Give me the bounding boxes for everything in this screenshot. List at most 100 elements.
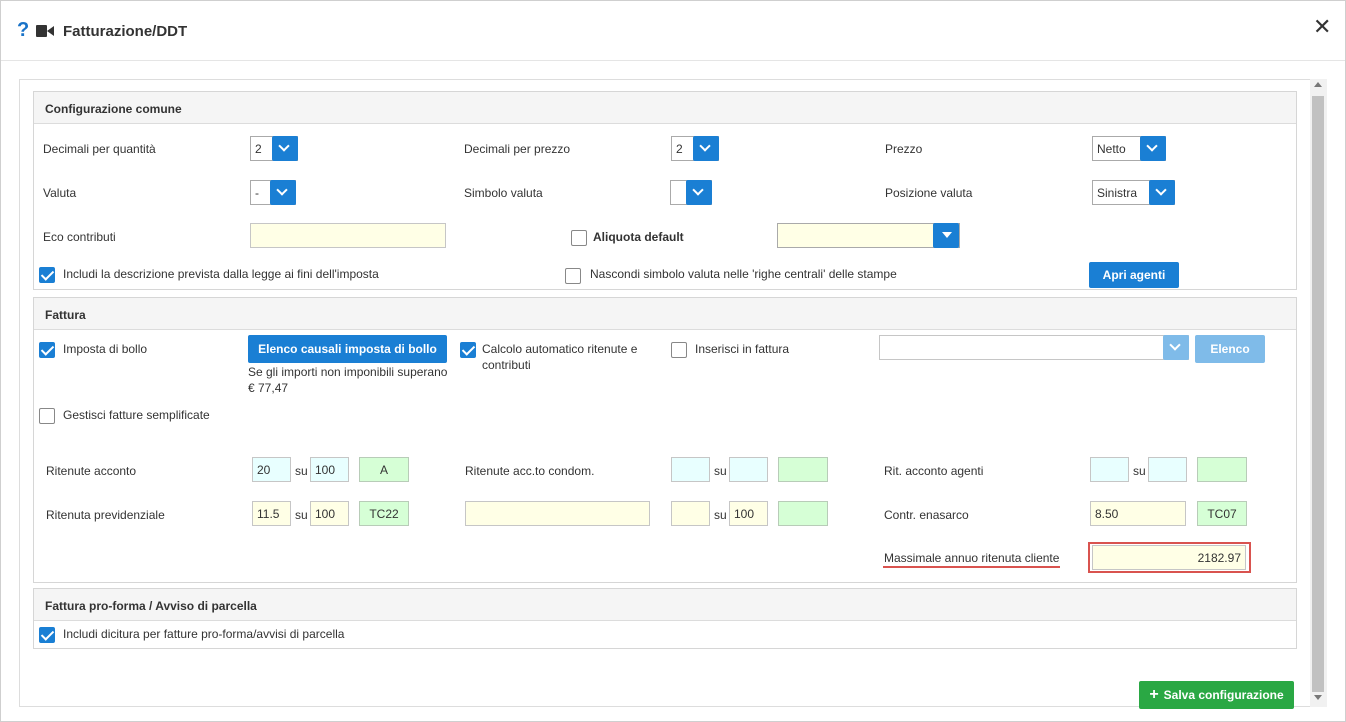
su-label: su bbox=[295, 508, 308, 522]
massimale-label: Massimale annuo ritenuta cliente bbox=[884, 551, 1060, 565]
aliquota-default-label: Aliquota default bbox=[593, 230, 684, 244]
scrollbar[interactable] bbox=[1310, 79, 1327, 707]
close-icon[interactable]: ✕ bbox=[1313, 15, 1331, 39]
panel-proforma: Fattura pro-forma / Avviso di parcella I… bbox=[33, 588, 1297, 649]
elenco-causali-note-line2: € 77,47 bbox=[248, 381, 289, 395]
elenco-select[interactable] bbox=[879, 335, 1189, 360]
prezzo-select[interactable]: Netto bbox=[1092, 136, 1166, 161]
su-label: su bbox=[714, 508, 727, 522]
dialog-title: Fatturazione/DDT bbox=[63, 23, 188, 40]
contr-enasarco-field[interactable]: 8.50 bbox=[1090, 501, 1186, 526]
includi-dicitura-checkbox[interactable] bbox=[39, 627, 55, 643]
elenco-causali-note-line1: Se gli importi non imponibili superano bbox=[248, 365, 448, 379]
select-value: 2 bbox=[255, 142, 262, 156]
imposta-bollo-label: Imposta di bollo bbox=[63, 342, 148, 356]
posizione-valuta-label: Posizione valuta bbox=[885, 186, 973, 200]
extra-text-field[interactable] bbox=[465, 501, 650, 526]
panel-heading: Fattura pro-forma / Avviso di parcella bbox=[34, 589, 1296, 621]
ritenute-acconto-base-field[interactable]: 100 bbox=[310, 457, 349, 482]
ritenuta-previdenziale-base-field[interactable]: 100 bbox=[310, 501, 349, 526]
valuta-label: Valuta bbox=[43, 186, 77, 200]
select-value: Sinistra bbox=[1097, 186, 1138, 200]
ritenute-condom-label: Ritenute acc.to condom. bbox=[465, 464, 595, 478]
panel-fattura: Fattura Imposta di bollo Elenco causali … bbox=[33, 297, 1297, 583]
decimali-prezzo-select[interactable]: 2 bbox=[671, 136, 719, 161]
chevron-down-icon[interactable] bbox=[1163, 335, 1189, 360]
select-value: - bbox=[255, 186, 259, 200]
ritenute-acconto-label: Ritenute acconto bbox=[46, 464, 137, 478]
contr-enasarco-code-field[interactable]: TC07 bbox=[1197, 501, 1247, 526]
chevron-down-icon[interactable] bbox=[1140, 136, 1166, 161]
rit-agenti-base-field[interactable] bbox=[1148, 457, 1187, 482]
ritenuta-previdenziale-label: Ritenuta previdenziale bbox=[46, 508, 165, 522]
eco-contributi-label: Eco contributi bbox=[43, 230, 116, 244]
dialog-content: Configurazione comune Decimali per quant… bbox=[19, 79, 1327, 709]
decimali-quantita-select[interactable]: 2 bbox=[250, 136, 298, 161]
extra-perc-field[interactable] bbox=[671, 501, 710, 526]
chevron-down-icon[interactable] bbox=[686, 180, 712, 205]
posizione-valuta-select[interactable]: Sinistra bbox=[1092, 180, 1175, 205]
rit-agenti-label: Rit. acconto agenti bbox=[884, 464, 984, 478]
nascondi-simbolo-checkbox[interactable] bbox=[565, 268, 581, 284]
rit-agenti-perc-field[interactable] bbox=[1090, 457, 1129, 482]
decimali-prezzo-label: Decimali per prezzo bbox=[464, 142, 571, 156]
nascondi-simbolo-label: Nascondi simbolo valuta nelle 'righe cen… bbox=[590, 267, 897, 281]
ritenute-acconto-perc-field[interactable]: 20 bbox=[252, 457, 291, 482]
su-label: su bbox=[1133, 464, 1146, 478]
chevron-down-icon[interactable] bbox=[933, 223, 959, 248]
inserisci-fattura-label: Inserisci in fattura bbox=[695, 342, 790, 356]
extra-code-field[interactable] bbox=[778, 501, 828, 526]
chevron-down-icon[interactable] bbox=[693, 136, 719, 161]
ritenuta-previdenziale-code-field[interactable]: TC22 bbox=[359, 501, 409, 526]
ritenute-acconto-code-field[interactable]: A bbox=[359, 457, 409, 482]
question-icon[interactable]: ? bbox=[17, 19, 29, 41]
panel-heading: Fattura bbox=[34, 298, 1296, 330]
scroll-thumb[interactable] bbox=[1312, 96, 1324, 692]
calcolo-automatico-label-line2: contributi bbox=[482, 358, 531, 372]
massimale-field[interactable]: 2182.97 bbox=[1092, 545, 1246, 570]
calcolo-automatico-checkbox[interactable] bbox=[460, 342, 476, 358]
save-label: Salva configurazione bbox=[1163, 688, 1284, 702]
scroll-down-icon[interactable] bbox=[1314, 695, 1322, 700]
gestisci-semplificate-checkbox[interactable] bbox=[39, 408, 55, 424]
chevron-down-icon[interactable] bbox=[1149, 180, 1175, 205]
chevron-down-icon[interactable] bbox=[272, 136, 298, 161]
dialog-titlebar: ? Fatturazione/DDT ✕ bbox=[1, 1, 1345, 61]
rit-agenti-code-field[interactable] bbox=[1197, 457, 1247, 482]
scroll-up-icon[interactable] bbox=[1314, 82, 1322, 87]
eco-contributi-field[interactable] bbox=[250, 223, 446, 248]
includi-descrizione-label: Includi la descrizione prevista dalla le… bbox=[63, 267, 379, 281]
aliquota-default-checkbox[interactable] bbox=[571, 230, 587, 246]
elenco-causali-button[interactable]: Elenco causali imposta di bollo bbox=[248, 335, 447, 363]
valuta-select[interactable]: - bbox=[250, 180, 296, 205]
plus-icon: + bbox=[1149, 686, 1159, 703]
select-value: 2 bbox=[676, 142, 683, 156]
select-value: Netto bbox=[1097, 142, 1126, 156]
save-button[interactable]: + Salva configurazione bbox=[1139, 681, 1294, 709]
ritenute-condom-base-field[interactable] bbox=[729, 457, 768, 482]
su-label: su bbox=[295, 464, 308, 478]
gestisci-semplificate-label: Gestisci fatture semplificate bbox=[63, 408, 210, 422]
prezzo-label: Prezzo bbox=[885, 142, 923, 156]
includi-descrizione-checkbox[interactable] bbox=[39, 267, 55, 283]
panel-configurazione-comune: Configurazione comune Decimali per quant… bbox=[33, 91, 1297, 290]
contr-enasarco-label: Contr. enasarco bbox=[884, 508, 969, 522]
chevron-down-icon[interactable] bbox=[270, 180, 296, 205]
su-label: su bbox=[714, 464, 727, 478]
decimali-quantita-label: Decimali per quantità bbox=[43, 142, 156, 156]
ritenuta-previdenziale-perc-field[interactable]: 11.5 bbox=[252, 501, 291, 526]
inserisci-fattura-checkbox[interactable] bbox=[671, 342, 687, 358]
simbolo-valuta-label: Simbolo valuta bbox=[464, 186, 543, 200]
elenco-button[interactable]: Elenco bbox=[1195, 335, 1265, 363]
massimale-underline bbox=[883, 566, 1060, 568]
apri-agenti-button[interactable]: Apri agenti bbox=[1089, 262, 1179, 288]
ritenute-condom-perc-field[interactable] bbox=[671, 457, 710, 482]
video-camera-icon[interactable] bbox=[36, 25, 54, 37]
panel-heading: Configurazione comune bbox=[34, 92, 1296, 124]
calcolo-automatico-label-line1: Calcolo automatico ritenute e bbox=[482, 342, 638, 356]
ritenute-condom-code-field[interactable] bbox=[778, 457, 828, 482]
aliquota-default-select[interactable] bbox=[777, 223, 960, 248]
imposta-bollo-checkbox[interactable] bbox=[39, 342, 55, 358]
simbolo-valuta-select[interactable] bbox=[670, 180, 712, 205]
extra-base-field[interactable]: 100 bbox=[729, 501, 768, 526]
